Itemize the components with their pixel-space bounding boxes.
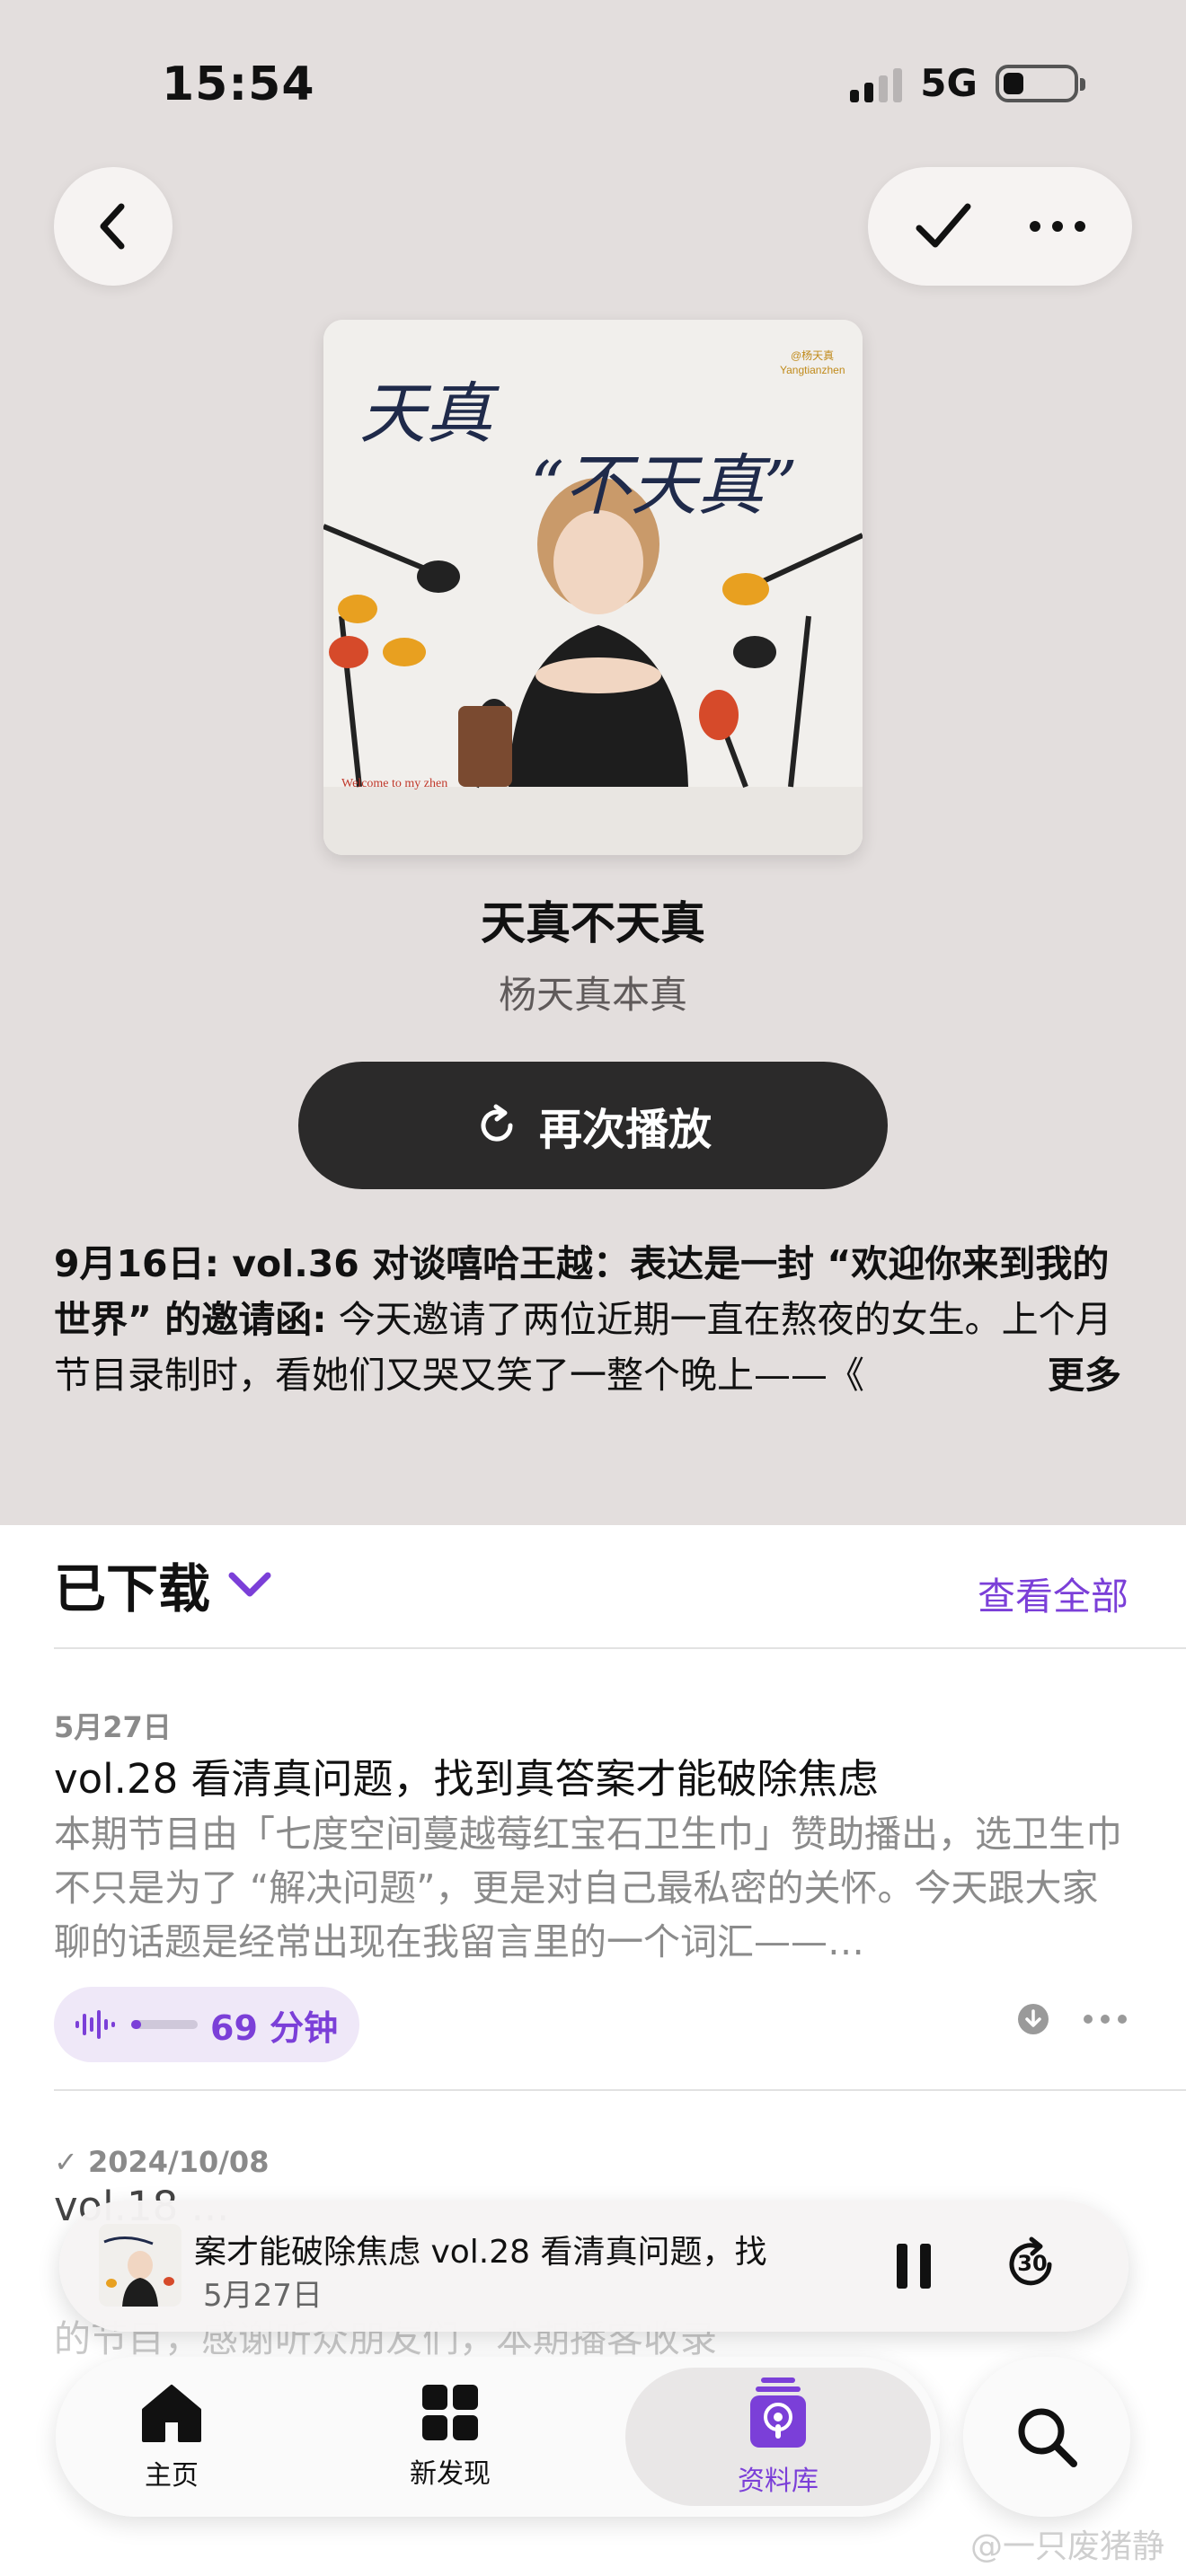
signal-icon [850, 65, 903, 102]
mini-player-date: 5月27日 [203, 2278, 323, 2314]
episode-duration: 69 分钟 [210, 2007, 339, 2048]
skip-forward-30-button[interactable]: 30 [1003, 2235, 1062, 2294]
status-indicators: 5G [850, 61, 1085, 105]
header-actions [868, 167, 1132, 286]
search-icon [1018, 2408, 1077, 2467]
episode-description[interactable]: 9月16日: vol.36 对谈嘻哈王越：表达是一封 “欢迎你来到我的世界” 的… [54, 1236, 1132, 1403]
more-icon[interactable] [1082, 2013, 1128, 2025]
episode-date: ✓ 2024/10/08 [54, 2145, 270, 2179]
network-label: 5G [920, 61, 978, 105]
episode-divider [54, 2089, 1186, 2091]
cover-handle-en: Yangtianzhen [780, 364, 845, 376]
cover-corner-text: Welcome to my zhen [341, 777, 447, 790]
cover-handle: @杨天真 [791, 348, 834, 362]
mini-player-artwork [99, 2224, 181, 2307]
tab-bar: 主页 新发现 资料库 [56, 2357, 940, 2517]
tab-library-label: 资料库 [738, 2466, 819, 2497]
search-button[interactable] [963, 2357, 1130, 2517]
cover-title-line1: 天真 [359, 375, 500, 453]
episode-play-pill[interactable]: 69 分钟 [54, 1987, 359, 2062]
checkmark-icon[interactable] [912, 199, 975, 253]
more-link[interactable]: 更多 [994, 1347, 1121, 1403]
downloaded-header[interactable]: 已下载 [54, 1547, 273, 1622]
more-icon[interactable] [1026, 217, 1089, 235]
back-button[interactable] [54, 167, 173, 286]
tab-discover[interactable]: 新发现 [347, 2357, 553, 2517]
waveform-icon [75, 2010, 115, 2039]
episode-progress-bar [131, 2020, 198, 2029]
episode-summary[interactable]: 本期节目由「七度空间蔓越莓红宝石卫生巾」赞助播出，选卫生巾不只是为了 “解决问题… [54, 1807, 1132, 1969]
tab-home-label: 主页 [145, 2460, 199, 2492]
mini-player[interactable]: 案才能破除焦虑 vol.28 看清真问题，找 5月27日 30 [59, 2201, 1128, 2332]
show-cover-art[interactable]: 天真 “不天真” @杨天真 Yangtianzhen Welcome to my… [323, 320, 863, 855]
section-divider [54, 1647, 1186, 1649]
grid-icon [422, 2385, 478, 2440]
watermark: @一只废猪静 [969, 2528, 1164, 2565]
battery-icon [996, 64, 1085, 102]
downloaded-title: 已下载 [54, 1558, 211, 1619]
downloaded-icon[interactable] [1017, 2003, 1049, 2035]
replay-icon [481, 1104, 513, 1142]
cover-illustration: 天真 “不天真” @杨天真 Yangtianzhen Welcome to my… [323, 320, 863, 855]
pause-icon[interactable] [893, 2240, 934, 2292]
tab-home[interactable]: 主页 [68, 2357, 275, 2517]
episode-title[interactable]: vol.28 看清真问题，找到真答案才能破除焦虑 [54, 1746, 879, 1804]
show-title: 天真不天真 [481, 897, 705, 949]
cover-title-line2: “不天真” [530, 447, 798, 525]
home-icon [142, 2385, 201, 2442]
replay-label: 再次播放 [538, 1105, 712, 1155]
see-all-link[interactable]: 查看全部 [978, 1566, 1128, 1621]
show-author[interactable]: 杨天真本真 [0, 965, 1186, 1019]
chevron-down-icon [228, 1572, 271, 1597]
mini-player-title: 案才能破除焦虑 vol.28 看清真问题，找 [194, 2234, 767, 2271]
chevron-left-icon [100, 203, 125, 250]
tab-library[interactable]: 资料库 [675, 2357, 881, 2517]
skip-label: 30 [1017, 2251, 1048, 2276]
episode-actions [1017, 2003, 1128, 2035]
library-podcast-icon [750, 2378, 806, 2448]
episode-date: 5月27日 [54, 1710, 172, 1744]
status-time: 15:54 [162, 57, 315, 111]
tab-discover-label: 新发现 [410, 2458, 491, 2490]
replay-button[interactable]: 再次播放 [298, 1062, 888, 1189]
